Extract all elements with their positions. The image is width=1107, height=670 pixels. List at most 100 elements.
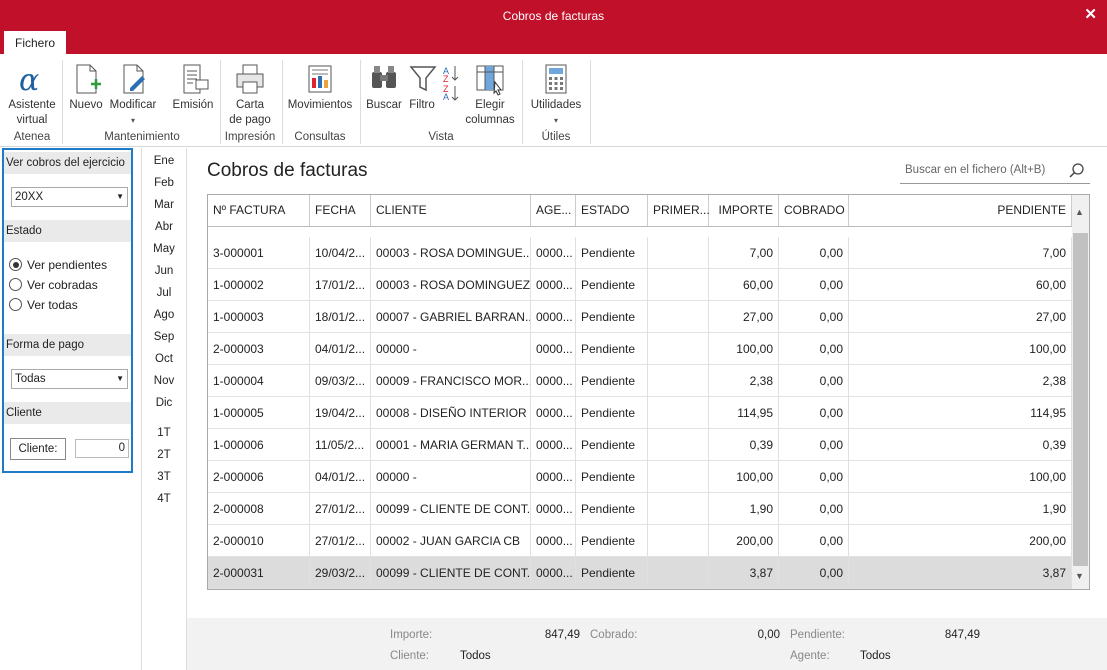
column-header-7[interactable]: COBRADO: [779, 195, 849, 226]
radio-unchecked-icon: [9, 278, 22, 291]
table-cell: 0000...: [531, 269, 576, 301]
table-cell: 100,00: [709, 461, 779, 493]
table-cell: 27,00: [709, 301, 779, 333]
scroll-up-icon[interactable]: ▲: [1075, 207, 1084, 217]
nuevo-button[interactable]: Nuevo: [68, 62, 104, 113]
cliente-footer-value: Todos: [460, 650, 491, 662]
table-row[interactable]: 2-000008 27/01/2... 00099 - CLIENTE DE CON…: [208, 493, 1072, 525]
table-cell: 0,39: [849, 429, 1072, 461]
ejercicio-select[interactable]: 20XX ▼: [11, 187, 128, 207]
alpha-icon: α: [19, 63, 39, 96]
emision-button[interactable]: Emisión: [170, 62, 216, 113]
window-title: Cobros de facturas: [502, 9, 605, 23]
modificar-button[interactable]: Modificar ▾: [108, 62, 158, 128]
tab-fichero[interactable]: Fichero: [4, 31, 66, 55]
quarter-0[interactable]: 1T: [142, 427, 186, 439]
forma-pago-select[interactable]: Todas ▼: [11, 369, 128, 389]
table-cell: 00000 -: [371, 333, 531, 365]
month-7[interactable]: Ago: [142, 309, 186, 321]
scroll-down-icon[interactable]: ▼: [1075, 571, 1084, 581]
table-cell: 1-000004: [208, 365, 310, 397]
vertical-scrollbar[interactable]: ▲ ▼: [1072, 195, 1089, 589]
table-row[interactable]: 3-000001 10/04/2... 00003 - ROSA DOMINGUE.…: [208, 237, 1072, 269]
table-cell: [648, 333, 709, 365]
table-row[interactable]: 1-000006 11/05/2... 00001 - MARIA GERMAN T…: [208, 429, 1072, 461]
table-cell: 00099 - CLIENTE DE CONT...: [371, 493, 531, 525]
cliente-field[interactable]: 0: [75, 439, 129, 458]
table-cell: 3-000001: [208, 237, 310, 269]
radio-ver-cobradas[interactable]: Ver cobradas: [9, 277, 98, 293]
table-row[interactable]: 1-000002 17/01/2... 00003 - ROSA DOMINGUEZ…: [208, 269, 1072, 301]
table-cell: 0,00: [779, 333, 849, 365]
table-cell: 0000...: [531, 301, 576, 333]
quarter-2[interactable]: 3T: [142, 471, 186, 483]
utilidades-button[interactable]: Utilidades ▾: [528, 62, 584, 128]
table-cell: Pendiente: [576, 333, 648, 365]
divider: [360, 60, 361, 144]
elegir-columnas-button[interactable]: Elegir columnas: [464, 62, 516, 128]
column-header-0[interactable]: Nº FACTURA: [208, 195, 310, 226]
month-0[interactable]: Ene: [142, 155, 186, 167]
table-row[interactable]: 1-000003 18/01/2... 00007 - GABRIEL BARRAN…: [208, 301, 1072, 333]
search-icon[interactable]: [1068, 162, 1086, 180]
search-input[interactable]: Buscar en el fichero (Alt+B): [900, 160, 1090, 184]
quarter-3[interactable]: 4T: [142, 493, 186, 505]
svg-text:A: A: [443, 92, 449, 102]
divider: [282, 60, 283, 144]
column-header-2[interactable]: CLIENTE: [371, 195, 531, 226]
month-9[interactable]: Oct: [142, 353, 186, 365]
close-icon[interactable]: ✕: [1084, 5, 1097, 23]
column-header-5[interactable]: PRIMER...: [648, 195, 710, 226]
table-row[interactable]: 1-000004 09/03/2... 00009 - FRANCISCO MOR.…: [208, 365, 1072, 397]
table-cell: 0,39: [709, 429, 779, 461]
filtro-button[interactable]: Filtro: [406, 62, 438, 113]
month-8[interactable]: Sep: [142, 331, 186, 343]
quarter-1[interactable]: 2T: [142, 449, 186, 461]
radio-ver-todas[interactable]: Ver todas: [9, 297, 78, 313]
table-cell: 2-000003: [208, 333, 310, 365]
month-3[interactable]: Abr: [142, 221, 186, 233]
table-cell: 1-000005: [208, 397, 310, 429]
column-header-8[interactable]: PENDIENTE: [849, 195, 1072, 226]
carta-de-pago-button[interactable]: Carta de pago: [226, 62, 274, 128]
table-cell: 0000...: [531, 557, 576, 589]
month-1[interactable]: Feb: [142, 177, 186, 189]
movimientos-button[interactable]: Movimientos: [285, 62, 355, 113]
importe-total: 847,49: [544, 629, 580, 641]
table-cell: [648, 429, 709, 461]
column-header-6[interactable]: IMPORTE: [709, 195, 779, 226]
table-cell: [648, 461, 709, 493]
month-11[interactable]: Dic: [142, 397, 186, 409]
radio-ver-pendientes[interactable]: Ver pendientes: [9, 257, 107, 273]
group-vista: Vista: [428, 131, 454, 143]
scrollbar-thumb[interactable]: [1073, 233, 1088, 566]
emission-icon: [183, 64, 209, 94]
column-header-4[interactable]: ESTADO: [576, 195, 648, 226]
table-row[interactable]: 2-000010 27/01/2... 00002 - JUAN GARCIA CB…: [208, 525, 1072, 557]
table-row[interactable]: 2-000006 04/01/2... 00000 -0000... Pendient…: [208, 461, 1072, 493]
table-row[interactable]: 2-000031 29/03/2... 00099 - CLIENTE DE CON…: [208, 557, 1072, 589]
svg-text:α: α: [19, 63, 39, 96]
table-row[interactable]: 2-000003 04/01/2... 00000 -0000... Pendient…: [208, 333, 1072, 365]
month-2[interactable]: Mar: [142, 199, 186, 211]
table-row[interactable]: 1-000005 19/04/2... 00008 - DISEÑO INTERIO…: [208, 397, 1072, 429]
table-cell: 3,87: [709, 557, 779, 589]
forma-pago-header: Forma de pago: [4, 334, 131, 356]
month-4[interactable]: May: [142, 243, 186, 255]
column-header-1[interactable]: FECHA: [310, 195, 371, 226]
table-cell: 1,90: [849, 493, 1072, 525]
month-6[interactable]: Jul: [142, 287, 186, 299]
table-cell: 0,00: [779, 237, 849, 269]
buscar-button[interactable]: Buscar: [365, 62, 403, 113]
column-header-3[interactable]: AGE...: [531, 195, 576, 226]
month-10[interactable]: Nov: [142, 375, 186, 387]
asistente-virtual-button[interactable]: α Asistente virtual: [6, 62, 58, 128]
table-cell: 0,00: [779, 461, 849, 493]
table-cell: 0,00: [779, 269, 849, 301]
table-cell: 100,00: [709, 333, 779, 365]
sort-button[interactable]: AZZA: [440, 62, 462, 107]
divider: [590, 60, 591, 144]
cliente-button[interactable]: Cliente:: [10, 438, 66, 460]
month-5[interactable]: Jun: [142, 265, 186, 277]
printer-icon: [236, 64, 264, 94]
